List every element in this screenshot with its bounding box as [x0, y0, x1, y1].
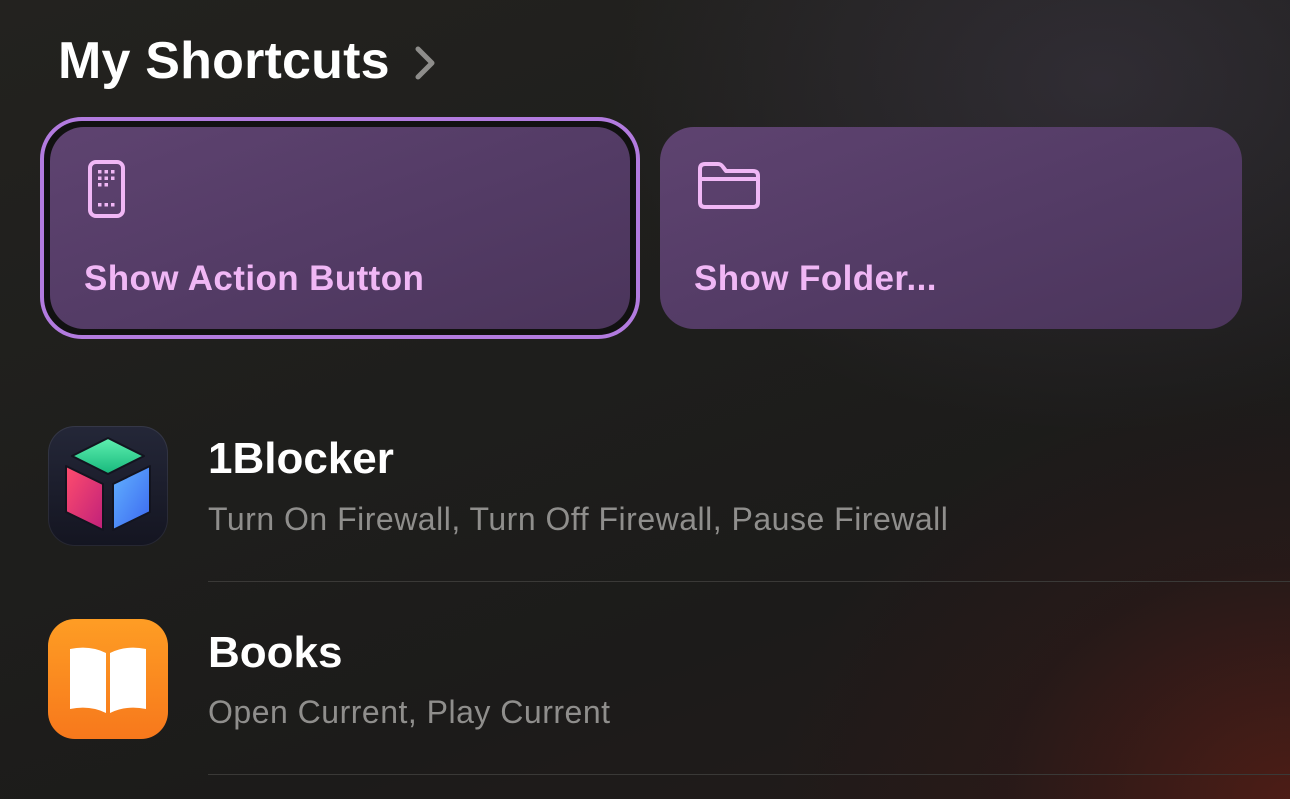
- list-item-books[interactable]: Books Open Current, Play Current: [0, 582, 1290, 776]
- page-title: My Shortcuts: [58, 32, 390, 90]
- my-shortcuts-header[interactable]: My Shortcuts: [58, 30, 440, 92]
- app-name: 1Blocker: [208, 434, 394, 483]
- 1blocker-app-icon: [48, 426, 168, 546]
- shortcut-card-show-action-button[interactable]: Show Action Button: [50, 127, 630, 329]
- app-actions: Open Current, Play Current: [208, 694, 611, 730]
- books-app-icon: [48, 619, 168, 739]
- action-button-phone-icon: [86, 159, 128, 224]
- app-name: Books: [208, 628, 343, 677]
- row-divider: [208, 774, 1290, 775]
- shortcut-label: Show Action Button: [84, 259, 425, 298]
- shortcut-label: Show Folder...: [694, 259, 937, 298]
- folder-icon: [696, 159, 762, 216]
- list-item-1blocker[interactable]: 1Blocker Turn On Firewall, Turn Off Fire…: [0, 388, 1290, 582]
- chevron-right-icon: [410, 43, 440, 83]
- app-actions: Turn On Firewall, Turn Off Firewall, Pau…: [208, 501, 949, 537]
- shortcut-card-show-folder[interactable]: Show Folder...: [660, 127, 1242, 329]
